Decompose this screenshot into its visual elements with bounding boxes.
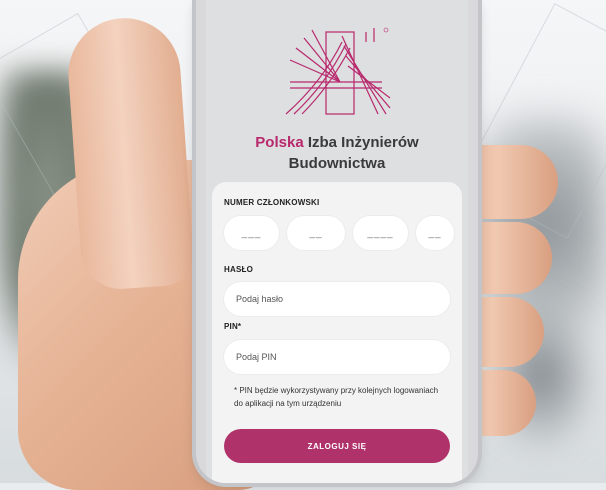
member-number-segment-3[interactable]: ____ [353, 216, 408, 250]
member-number-segment-4[interactable]: __ [416, 216, 454, 250]
pin-field[interactable] [224, 340, 450, 374]
hand-thumb [64, 14, 196, 292]
member-number-segment-2[interactable]: __ [287, 216, 345, 250]
organization-name-rest: Izba Inżynierów [307, 134, 419, 151]
password-label: HASŁO [224, 265, 253, 274]
organization-name: Polska Izba Inżynierów Budownictwa [206, 132, 468, 174]
bridge-logo-icon [285, 27, 391, 115]
organization-name-line2: Budownictwa [288, 155, 386, 172]
login-button[interactable]: ZALOGUJ SIĘ [224, 429, 450, 463]
member-number-label: NUMER CZŁONKOWSKI [224, 198, 320, 207]
pin-input[interactable] [224, 352, 450, 362]
pin-label: PIN* [224, 322, 242, 331]
smartphone: Polska Izba Inżynierów Budownictwa NUMER… [196, 0, 478, 483]
password-input[interactable] [224, 294, 450, 304]
phone-screen: Polska Izba Inżynierów Budownictwa NUMER… [206, 0, 468, 483]
organization-name-accent: Polska [255, 134, 304, 151]
login-card: NUMER CZŁONKOWSKI ___ __ ____ __ HASŁO P… [212, 182, 462, 483]
member-number-segment-1[interactable]: ___ [224, 216, 279, 250]
pin-note: * PIN będzie wykorzystywany przy kolejny… [234, 386, 439, 408]
password-field[interactable] [224, 282, 450, 316]
